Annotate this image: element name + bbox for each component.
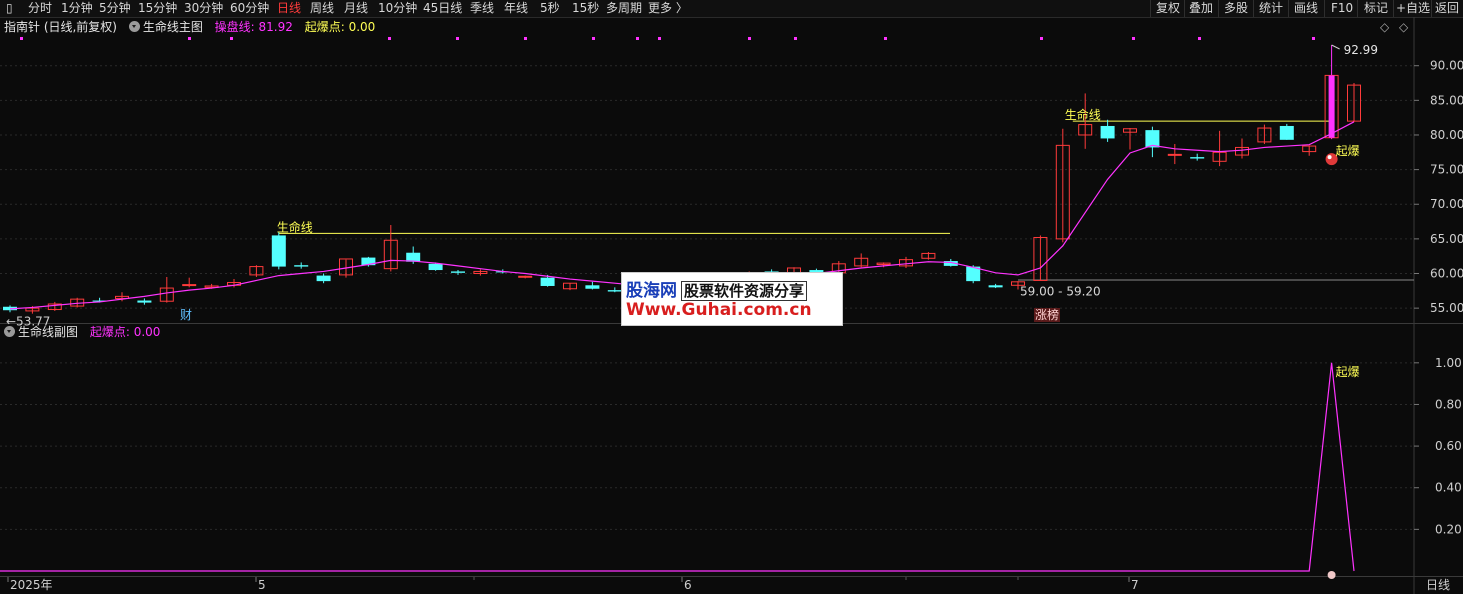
zhangting-marker: 涨榜 <box>1035 307 1059 322</box>
candle-body <box>451 271 465 273</box>
price-tick-label: 60.00 <box>1430 267 1463 281</box>
candle-body <box>428 263 443 271</box>
signal-marker <box>1040 37 1043 40</box>
signal-marker <box>658 37 661 40</box>
price-tick-label: 75.00 <box>1430 163 1463 177</box>
sub-tick-label: 0.80 <box>1435 397 1462 411</box>
candle-body <box>585 285 600 289</box>
signal-marker <box>748 37 751 40</box>
candle-body <box>294 265 309 267</box>
price-tick-label: 80.00 <box>1430 128 1463 142</box>
candle-body <box>316 275 331 282</box>
sub-qibao-label: 起爆 <box>1336 365 1360 379</box>
range-label: 59.00 - 59.20 <box>1020 284 1101 298</box>
signal-marker <box>20 37 23 40</box>
cai-marker: 财 <box>180 308 192 322</box>
high-pointer <box>1331 44 1340 50</box>
candle-body <box>137 300 152 303</box>
signal-marker <box>592 37 595 40</box>
candle-body-fill <box>1328 75 1335 138</box>
top-markers <box>20 37 1315 40</box>
candle-body <box>1279 125 1294 140</box>
sub-qibao-dot <box>1327 571 1336 579</box>
watermark-banner: 股海网 股票软件资源分享 Www.Guhai.com.cn <box>621 272 843 326</box>
watermark-top: 股海网 股票软件资源分享 <box>626 276 808 301</box>
qibao-ball-highlight <box>1327 155 1332 160</box>
sub-tick-label: 0.40 <box>1435 481 1462 495</box>
candle-body <box>607 290 622 292</box>
price-axis: 90.00 85.00 80.00 75.00 70.00 65.00 60.00 55.00 <box>1414 59 1463 315</box>
candle-body <box>988 285 1003 288</box>
watermark-subtitle: 股票软件资源分享 <box>681 281 808 301</box>
candle-body <box>540 277 555 286</box>
high-value: 92.99 <box>1344 43 1378 57</box>
time-label: 2025年 <box>10 578 53 592</box>
signal-marker <box>524 37 527 40</box>
time-label: 5 <box>258 578 266 592</box>
period-label: 日线 <box>1426 578 1450 592</box>
low-value: ←53.77 <box>6 315 50 329</box>
signal-marker <box>388 37 391 40</box>
signal-marker <box>188 37 191 40</box>
candle-body <box>518 275 533 278</box>
qibao-label: 起爆 <box>1336 144 1360 158</box>
time-label: 7 <box>1131 578 1139 592</box>
signal-marker <box>230 37 233 40</box>
candle-body <box>1167 153 1182 156</box>
price-tick-label: 70.00 <box>1430 197 1463 211</box>
signal-marker <box>636 37 639 40</box>
candle-body <box>182 284 197 287</box>
signal-marker <box>1198 37 1201 40</box>
shengming-label: 生命线 <box>277 219 313 234</box>
signal-marker <box>884 37 887 40</box>
sub-tick-label: 1.00 <box>1435 356 1462 370</box>
shengming-label: 生命线 <box>1065 107 1101 122</box>
level-lines <box>278 120 1414 281</box>
sub-tick-label: 0.20 <box>1435 522 1462 536</box>
sub-chart: 1.00 0.80 0.60 0.40 0.20 起爆 <box>0 356 1462 579</box>
time-axis: 2025年 5 6 7 日线 <box>7 577 1450 592</box>
price-tick-label: 65.00 <box>1430 232 1463 246</box>
candle-body <box>1100 125 1115 139</box>
price-tick-label: 90.00 <box>1430 59 1463 73</box>
signal-marker <box>794 37 797 40</box>
price-tick-label: 85.00 <box>1430 93 1463 107</box>
price-tick-label: 55.00 <box>1430 301 1463 315</box>
watermark-logo: 股海网 <box>626 281 677 301</box>
watermark-url: Www.Guhai.com.cn <box>626 300 812 320</box>
signal-marker <box>456 37 459 40</box>
candle-body <box>271 235 286 267</box>
qibao-series-line <box>0 362 1355 572</box>
candle-body <box>1190 157 1205 159</box>
sub-tick-label: 0.60 <box>1435 439 1462 453</box>
signal-marker <box>1132 37 1135 40</box>
signal-marker <box>1312 37 1315 40</box>
time-label: 6 <box>684 578 692 592</box>
